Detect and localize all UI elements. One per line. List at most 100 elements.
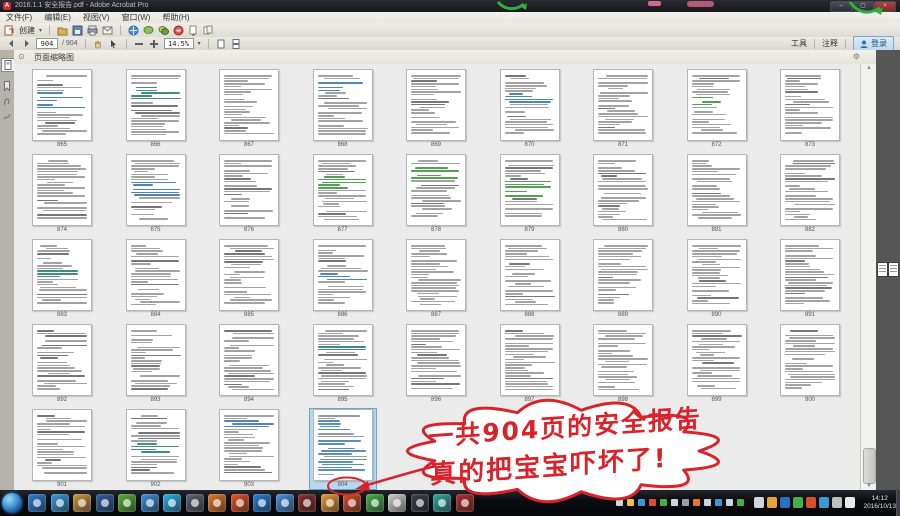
share-icon[interactable] [128,25,139,36]
zoom-dropdown-caret[interactable]: ▾ [198,40,201,47]
page-thumbnail[interactable]: 874 [29,154,95,234]
taskbar-app-icon[interactable] [208,494,226,512]
page-thumbnail[interactable]: 892 [29,324,95,404]
page-thumbnail[interactable]: 882 [777,154,843,234]
minimize-button[interactable]: – [830,1,852,12]
zoom-in-icon[interactable] [149,38,160,49]
page-thumbnail[interactable]: 872 [684,69,750,149]
taskbar-app-icon[interactable] [73,494,91,512]
system-tray-icon[interactable] [682,499,689,506]
sign-in-button[interactable]: 登录 [853,36,894,51]
maximize-button[interactable]: ▢ [852,1,874,12]
page-thumbnail[interactable]: 894 [216,324,282,404]
page-thumbnail[interactable]: 883 [29,239,95,319]
system-tray-icon[interactable] [715,499,722,506]
taskbar-app-icon[interactable] [96,494,114,512]
page-thumbnail[interactable]: 889 [590,239,656,319]
taskbar-app-icon[interactable] [141,494,159,512]
page-thumbnail[interactable]: 879 [497,154,563,234]
menu-item-1[interactable]: 编辑(E) [38,12,77,23]
page-thumbnail[interactable]: 886 [310,239,376,319]
page-thumbnail[interactable]: 878 [403,154,469,234]
taskbar-app-icon[interactable] [343,494,361,512]
save-icon[interactable] [72,25,83,36]
taskbar-app-icon[interactable] [456,494,474,512]
taskbar-app-icon[interactable] [433,494,451,512]
notification-area-icon[interactable] [754,497,764,508]
scrolling-view-icon[interactable] [231,38,242,49]
page-thumbnail[interactable]: 881 [684,154,750,234]
taskbar-app-icon[interactable] [321,494,339,512]
comment-panel-button[interactable]: 注释 [822,38,838,49]
taskbar-clock[interactable]: 14:12 2016/10/13 [863,495,896,511]
selection-tool-icon[interactable] [108,38,119,49]
taskbar-app-icon[interactable] [253,494,271,512]
page-thumbnail[interactable]: 866 [123,69,189,149]
attachments-tab-icon[interactable] [2,96,12,108]
system-tray-icon[interactable] [616,499,623,506]
comment-icon[interactable] [143,25,154,36]
page-thumbnail[interactable]: 884 [123,239,189,319]
hand-tool-icon[interactable] [93,38,104,49]
open-file-icon[interactable] [57,25,68,36]
signatures-tab-icon[interactable] [2,110,12,122]
page-thumbnail[interactable]: 876 [216,154,282,234]
page-thumbnail[interactable]: 903 [216,409,282,489]
taskbar-app-icon[interactable] [163,494,181,512]
notification-area-icon[interactable] [832,497,842,508]
create-button[interactable]: 创建 [19,25,35,36]
system-tray-icon[interactable] [671,499,678,506]
menu-item-3[interactable]: 窗口(W) [116,12,157,23]
page-thumbnail[interactable]: 896 [403,324,469,404]
taskbar-app-icon[interactable] [366,494,384,512]
panel-options-icon[interactable]: ⊙ [18,53,25,61]
thumbnails-scrollbar[interactable]: ▲ ▼ [860,64,877,490]
page-thumbnail[interactable]: 904 [310,409,376,489]
page-thumbnails-tab-icon[interactable] [1,58,15,72]
create-dropdown-caret[interactable]: ▾ [39,27,42,34]
taskbar-app-icon[interactable] [276,494,294,512]
page-thumbnail[interactable]: 893 [123,324,189,404]
scroll-down-icon[interactable]: ▼ [861,482,877,490]
notification-area-icon[interactable] [793,497,803,508]
notification-area-icon[interactable] [819,497,829,508]
page-thumbnail[interactable]: 870 [497,69,563,149]
system-tray-icon[interactable] [704,499,711,506]
page-thumbnail[interactable]: 873 [777,69,843,149]
page-thumbnail[interactable]: 900 [777,324,843,404]
previous-page-icon[interactable] [6,38,17,49]
panel-settings-gear-icon[interactable]: ⚙ [853,52,860,62]
page-thumbnail[interactable]: 902 [123,409,189,489]
page-thumbnail[interactable]: 875 [123,154,189,234]
page-thumbnail[interactable]: 888 [497,239,563,319]
system-tray-icon[interactable] [627,499,634,506]
page-thumbnail[interactable]: 887 [403,239,469,319]
taskbar-app-icon[interactable] [411,494,429,512]
system-tray-icon[interactable] [649,499,656,506]
menu-item-0[interactable]: 文件(F) [0,12,38,23]
notification-area-icon[interactable] [806,497,816,508]
page-thumbnail[interactable]: 877 [310,154,376,234]
taskbar-app-icon[interactable] [118,494,136,512]
taskbar-app-icon[interactable] [388,494,406,512]
export-file-icon[interactable] [188,25,199,36]
page-thumbnail[interactable]: 899 [684,324,750,404]
menu-item-2[interactable]: 视图(V) [77,12,116,23]
system-tray-icon[interactable] [737,499,744,506]
page-thumbnail[interactable]: 868 [310,69,376,149]
bookmarks-tab-icon[interactable] [2,80,12,92]
zoom-out-icon[interactable] [134,38,145,49]
close-button[interactable]: × [874,1,896,12]
menu-item-4[interactable]: 帮助(H) [156,12,195,23]
notification-area-icon[interactable] [780,497,790,508]
page-thumbnail[interactable]: 901 [29,409,95,489]
page-thumbnail[interactable]: 867 [216,69,282,149]
create-pdf-icon[interactable] [4,25,15,36]
page-thumbnail[interactable]: 869 [403,69,469,149]
page-thumbnail[interactable]: 897 [497,324,563,404]
start-button[interactable] [2,493,22,513]
print-icon[interactable] [87,25,98,36]
taskbar-app-icon[interactable] [231,494,249,512]
taskbar-app-icon[interactable] [51,494,69,512]
taskbar-app-icon[interactable] [28,494,46,512]
